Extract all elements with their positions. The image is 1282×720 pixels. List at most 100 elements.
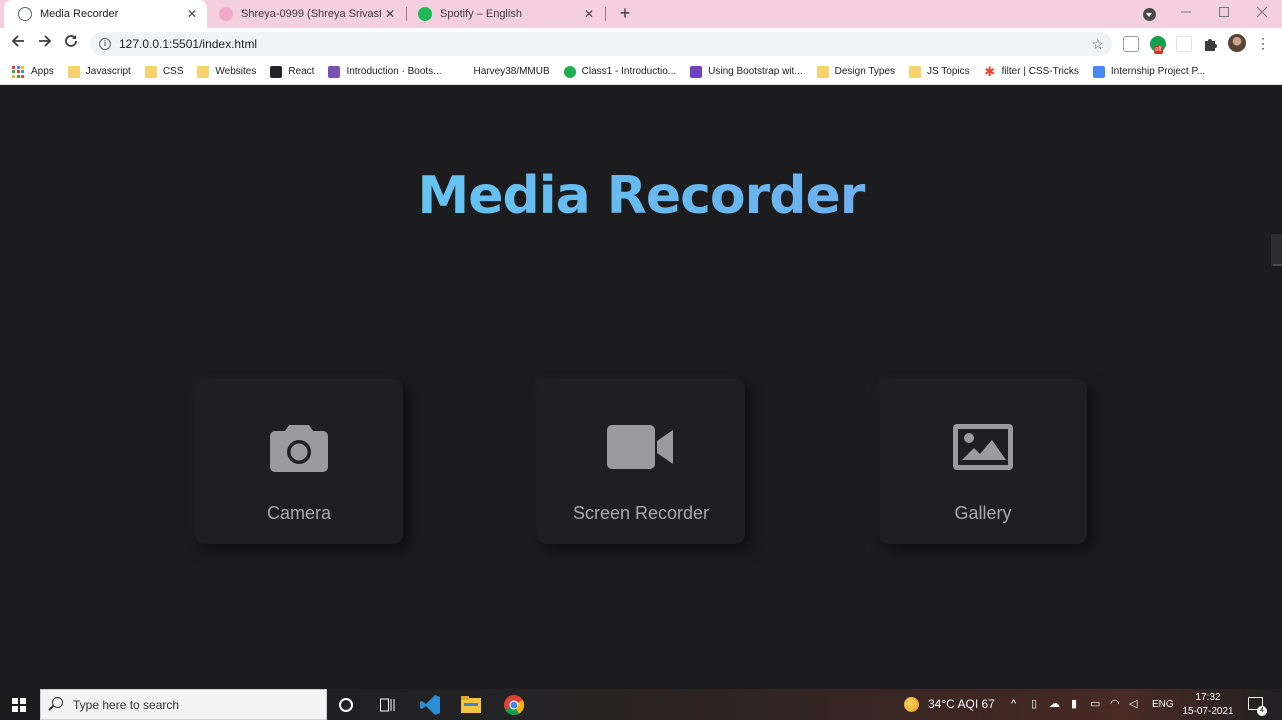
weather-sun-icon[interactable] xyxy=(904,697,919,712)
reload-button[interactable] xyxy=(59,32,83,56)
search-icon xyxy=(52,697,63,708)
github-icon xyxy=(455,65,468,78)
bookmark-label: Using Bootstrap wit... xyxy=(708,66,803,77)
star-icon[interactable]: ☆ xyxy=(1091,32,1104,56)
new-tab-button[interactable]: + xyxy=(614,3,636,25)
bookmark-harvey[interactable]: Harvey38/MMUB xyxy=(455,65,550,78)
page-title: Media Recorder xyxy=(0,166,1282,226)
address-bar[interactable]: i 127.0.0.1:5501/index.html ☆ xyxy=(90,32,1112,56)
address-url[interactable]: 127.0.0.1:5501/index.html xyxy=(119,32,257,56)
github-icon xyxy=(219,7,233,21)
bookmark-bootstrap[interactable]: Introduction · Boots... xyxy=(328,65,442,78)
camera-card[interactable]: Camera xyxy=(195,379,403,544)
bookmark-label: Websites xyxy=(215,66,257,77)
browser-toolbar: i 127.0.0.1:5501/index.html ☆ off xyxy=(0,28,1282,59)
file-explorer-icon[interactable] xyxy=(460,694,482,716)
chevron-up-icon[interactable]: ^ xyxy=(1011,689,1016,720)
tab-title: Spotify – English xyxy=(440,8,522,20)
forward-button[interactable] xyxy=(33,32,57,56)
close-icon xyxy=(1256,6,1268,18)
bookmark-label: Design Types xyxy=(834,66,896,77)
microphone-icon[interactable]: ▮ xyxy=(1071,689,1077,720)
scrollbar-marker xyxy=(1273,264,1282,266)
extension-icon[interactable] xyxy=(1123,36,1139,52)
image-icon xyxy=(879,419,1087,475)
cortana-icon[interactable] xyxy=(339,698,353,712)
chrome-icon[interactable] xyxy=(503,694,525,716)
profile-avatar[interactable] xyxy=(1228,34,1246,52)
close-icon[interactable]: ✕ xyxy=(580,7,598,21)
bookmark-label: Introduction · Boots... xyxy=(346,66,442,77)
weather-text[interactable]: 34°C AQI 67 xyxy=(928,689,995,720)
minimize-icon xyxy=(1181,11,1191,13)
info-icon[interactable]: i xyxy=(99,38,111,50)
windows-taskbar: Type here to search 34°C AQI 67 ^ ▯ ☁ ▮ … xyxy=(0,689,1282,720)
bookmark-design-types[interactable]: Design Types xyxy=(816,65,896,78)
evernote-icon xyxy=(563,65,576,78)
bookmark-internship[interactable]: Internship Project P... xyxy=(1092,65,1206,78)
volume-icon[interactable]: ◁ xyxy=(1129,689,1137,720)
scrollbar-thumb[interactable] xyxy=(1271,234,1282,266)
folder-icon xyxy=(144,65,157,78)
maximize-button[interactable] xyxy=(1204,0,1244,28)
close-icon[interactable]: ✕ xyxy=(381,7,399,21)
bookmark-icon xyxy=(690,65,703,78)
more-menu-icon[interactable]: ⋮ xyxy=(1256,32,1270,54)
reload-icon xyxy=(65,35,77,47)
gallery-card[interactable]: Gallery xyxy=(879,379,1087,544)
tab-media-recorder[interactable]: Media Recorder ✕ xyxy=(4,0,207,28)
minimize-button[interactable] xyxy=(1166,0,1206,28)
css-tricks-icon: ✱ xyxy=(984,63,996,79)
wifi-icon[interactable]: ◠ xyxy=(1110,689,1120,720)
tab-title: Media Recorder xyxy=(40,8,119,20)
screen-recorder-card[interactable]: Screen Recorder xyxy=(537,379,745,544)
bookmark-label: Harvey38/MMUB xyxy=(473,66,550,77)
browser-tab-strip: Media Recorder ✕ Shreya-0999 (Shreya Sri… xyxy=(0,0,1282,28)
bootstrap-icon xyxy=(328,65,341,78)
extension-icon[interactable] xyxy=(1176,36,1192,52)
maximize-icon xyxy=(1219,7,1229,17)
bookmark-label: Internship Project P... xyxy=(1110,66,1206,77)
tab-separator xyxy=(605,7,606,21)
extension-off-badge: off xyxy=(1154,46,1163,54)
notification-count: 4 xyxy=(1257,706,1267,716)
tab-spotify[interactable]: Spotify – English ✕ xyxy=(404,0,604,28)
tab-github[interactable]: Shreya-0999 (Shreya Srivastava) ✕ xyxy=(205,0,405,28)
bookmark-class1[interactable]: Class1 - Introductio... xyxy=(563,65,676,78)
puzzle-icon[interactable] xyxy=(1202,36,1218,52)
bookmark-label: filter | CSS-Tricks xyxy=(1001,66,1079,77)
close-icon[interactable]: ✕ xyxy=(183,7,201,21)
bookmark-websites[interactable]: Websites xyxy=(197,65,257,78)
bookmark-apps[interactable]: Apps xyxy=(12,65,54,78)
react-icon xyxy=(270,65,283,78)
device-icon[interactable]: ▯ xyxy=(1031,689,1037,720)
taskbar-search-box[interactable]: Type here to search xyxy=(40,689,327,720)
bookmark-label: JS Topics xyxy=(927,66,970,77)
bookmark-css-tricks[interactable]: ✱ filter | CSS-Tricks xyxy=(984,63,1079,79)
bookmark-react[interactable]: React xyxy=(270,65,314,78)
apps-grid-icon xyxy=(12,65,24,78)
bookmark-javascript[interactable]: Javascript xyxy=(67,65,131,78)
media-control-icon[interactable] xyxy=(1143,8,1156,21)
task-view-icon[interactable] xyxy=(380,698,396,712)
arrow-right-icon xyxy=(39,35,52,47)
bookmark-using-bootstrap[interactable]: Using Bootstrap wit... xyxy=(690,65,803,78)
tab-title: Shreya-0999 (Shreya Srivastava) xyxy=(241,8,381,20)
battery-icon[interactable]: ▭ xyxy=(1090,689,1100,720)
vscode-icon[interactable] xyxy=(419,694,441,716)
clock-date[interactable]: 15-07-2021 xyxy=(1180,706,1236,717)
bookmark-css[interactable]: CSS xyxy=(144,65,184,78)
folder-icon xyxy=(816,65,829,78)
page-icon xyxy=(1092,65,1105,78)
bookmark-label: CSS xyxy=(162,66,184,77)
onedrive-icon[interactable]: ☁ xyxy=(1049,689,1060,720)
language-indicator[interactable]: ENG xyxy=(1152,689,1174,720)
bookmark-label: Apps xyxy=(31,66,54,77)
bookmark-js-topics[interactable]: JS Topics xyxy=(909,65,970,78)
screen-recorder-label: Screen Recorder xyxy=(572,503,710,523)
clock-time[interactable]: 17:32 xyxy=(1180,692,1236,703)
back-button[interactable] xyxy=(6,32,30,56)
windows-start-icon[interactable] xyxy=(12,698,26,712)
camera-icon xyxy=(195,419,403,475)
close-window-button[interactable] xyxy=(1242,0,1282,28)
